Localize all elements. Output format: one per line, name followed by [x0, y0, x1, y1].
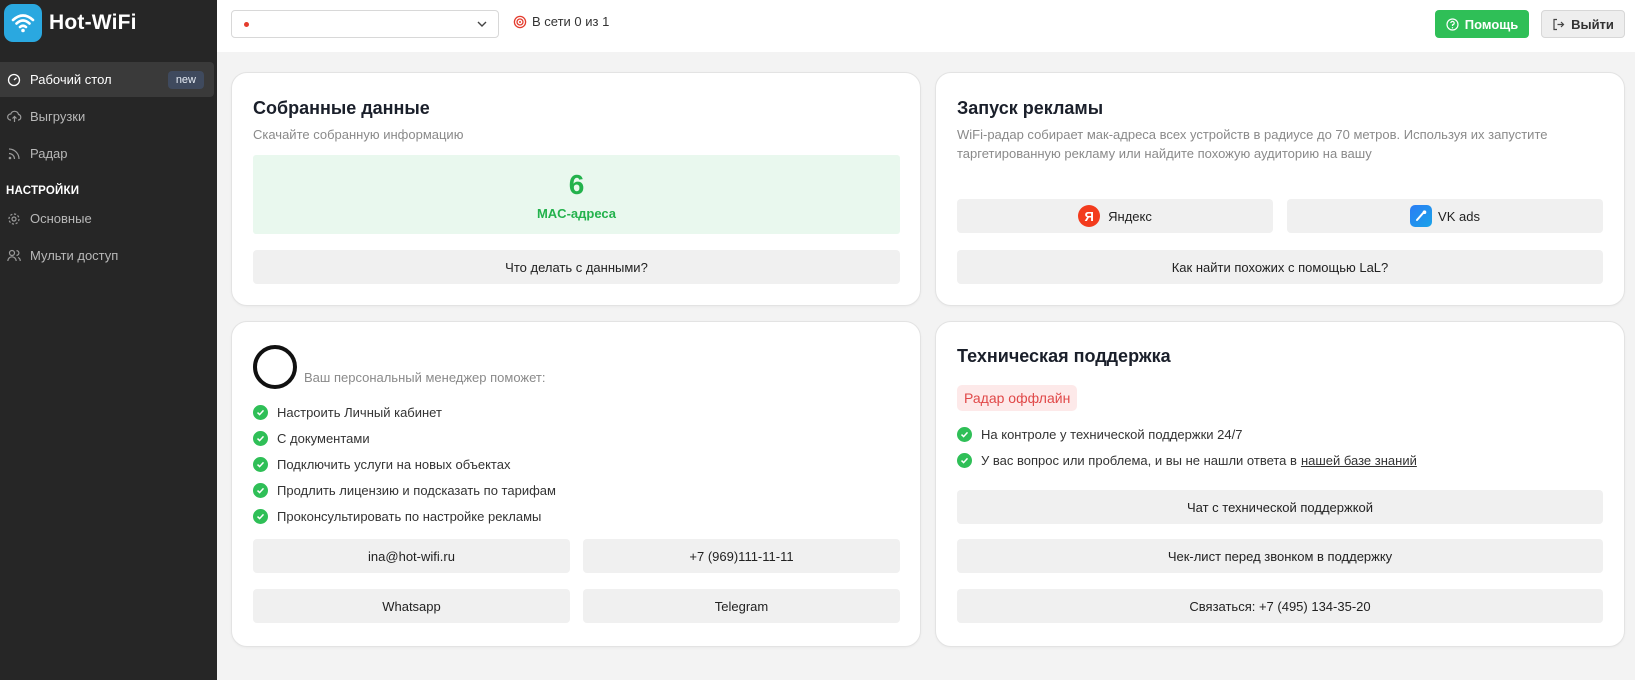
location-select[interactable]: [231, 10, 499, 38]
what-to-do-button[interactable]: Что делать с данными?: [253, 250, 900, 284]
logout-button[interactable]: Выйти: [1541, 10, 1625, 38]
telegram-button[interactable]: Telegram: [583, 589, 900, 623]
help-button[interactable]: Помощь: [1435, 10, 1529, 38]
gear-icon: [6, 211, 22, 227]
top-header: В сети 0 из 1 Помощь Выйти: [217, 0, 1635, 52]
sidebar-item-dashboard[interactable]: Рабочий стол new: [0, 62, 214, 97]
question-circle-icon: [1446, 17, 1459, 31]
list-item-text: Проконсультировать по настройке рекламы: [277, 508, 542, 524]
manager-title: Ваш персональный менеджер поможет:: [304, 370, 546, 385]
ads-launch-card: Запуск рекламы WiFi-радар собирает мак-а…: [935, 72, 1625, 306]
sidebar-item-label: Выгрузки: [30, 109, 86, 124]
yandex-button-label: Яндекс: [1108, 208, 1152, 224]
list-item-text: У вас вопрос или проблема, и вы не нашли…: [981, 452, 1297, 468]
settings-section-title: НАСТРОЙКИ: [6, 185, 80, 197]
rss-icon: [6, 146, 22, 162]
radar-icon: [513, 15, 527, 29]
card-subtitle: WiFi-радар собирает мак-адреса всех устр…: [957, 127, 1548, 161]
mac-count-label: MAC-адреса: [536, 206, 617, 221]
yandex-button[interactable]: Я Яндекс: [957, 199, 1273, 233]
card-title: Запуск рекламы: [957, 98, 1104, 118]
manager-email-button[interactable]: ina@hot-wifi.ru: [253, 539, 570, 573]
list-item: Проконсультировать по настройке рекламы: [253, 503, 556, 529]
online-status: В сети 0 из 1: [513, 14, 609, 29]
mac-count-box[interactable]: 6 MAC-адреса: [253, 155, 900, 234]
check-circle-icon: [253, 482, 268, 498]
sidebar-item-radar[interactable]: Радар: [0, 136, 217, 171]
sidebar: Hot-WiFi Рабочий стол new Выгрузки Радар…: [0, 0, 217, 680]
list-item: С документами: [253, 425, 556, 451]
status-badge: Радар оффлайн: [957, 385, 1078, 411]
list-item-text: С документами: [277, 430, 370, 446]
avatar: [253, 345, 297, 389]
logo[interactable]: Hot-WiFi: [0, 0, 217, 46]
check-circle-icon: [253, 430, 268, 446]
collected-data-card: Собранные данные Скачайте собранную инфо…: [231, 72, 921, 306]
cloud-upload-icon: [6, 109, 22, 125]
list-item: Подключить услуги на новых объектах: [253, 451, 556, 477]
help-button-label: Помощь: [1464, 16, 1519, 32]
logout-icon: [1552, 18, 1565, 31]
list-item-text: Подключить услуги на новых объектах: [277, 456, 511, 472]
manager-services-list: Настроить Личный кабинет С документами П…: [253, 399, 556, 529]
logo-text: Hot-WiFi: [49, 11, 137, 34]
logout-button-label: Выйти: [1571, 16, 1614, 32]
wifi-logo-icon: [4, 4, 42, 42]
sidebar-item-uploads[interactable]: Выгрузки: [0, 99, 217, 134]
vk-ads-button[interactable]: VK ads: [1287, 199, 1603, 233]
mac-count: 6: [568, 169, 585, 200]
whatsapp-button[interactable]: Whatsapp: [253, 589, 570, 623]
list-item: На контроле у технической поддержки 24/7: [957, 421, 1417, 447]
sidebar-item-label: Основные: [30, 211, 92, 226]
list-item-text: Настроить Личный кабинет: [277, 404, 442, 420]
support-features-list: На контроле у технической поддержки 24/7…: [957, 421, 1417, 473]
support-checklist-button[interactable]: Чек-лист перед звонком в поддержку: [957, 539, 1603, 573]
sidebar-item-label: Рабочий стол: [30, 72, 112, 87]
card-title: Собранные данные: [253, 98, 430, 118]
list-item: Продлить лицензию и подсказать по тарифа…: [253, 477, 556, 503]
check-circle-icon: [957, 426, 972, 442]
tech-support-card: Техническая поддержка Радар оффлайн На к…: [935, 321, 1625, 647]
knowledge-base-link[interactable]: нашей базе знаний: [1301, 453, 1417, 468]
vk-ads-logo-icon: [1410, 205, 1433, 227]
online-status-text: В сети 0 из 1: [532, 14, 610, 29]
list-item-text: Продлить лицензию и подсказать по тарифа…: [277, 482, 556, 498]
status-dot: [244, 22, 249, 27]
check-circle-icon: [253, 404, 268, 420]
list-item: Настроить Личный кабинет: [253, 399, 556, 425]
new-badge: new: [167, 70, 204, 89]
support-chat-button[interactable]: Чат с технической поддержкой: [957, 490, 1603, 524]
check-circle-icon: [253, 456, 268, 472]
personal-manager-card: Ваш персональный менеджер поможет: Настр…: [231, 321, 921, 647]
sidebar-item-label: Радар: [30, 146, 68, 161]
chevron-down-icon: [476, 18, 488, 33]
card-subtitle: Скачайте собранную информацию: [253, 127, 464, 142]
sidebar-item-multi-access[interactable]: Мульти доступ: [0, 238, 217, 273]
scrollbar[interactable]: [1630, 52, 1635, 680]
sidebar-item-general[interactable]: Основные: [0, 201, 217, 236]
check-circle-icon: [253, 508, 268, 524]
yandex-logo-icon: Я: [1078, 205, 1101, 227]
check-circle-icon: [957, 452, 972, 468]
sidebar-item-label: Мульти доступ: [30, 248, 119, 263]
manager-phone-button[interactable]: +7 (969)111-11-11: [583, 539, 900, 573]
lal-button[interactable]: Как найти похожих с помощью LaL?: [957, 250, 1603, 284]
list-item: У вас вопрос или проблема, и вы не нашли…: [957, 447, 1417, 473]
dashboard-icon: [6, 72, 22, 88]
users-icon: [6, 248, 22, 264]
vk-ads-button-label: VK ads: [1438, 208, 1480, 224]
list-item-text: На контроле у технической поддержки 24/7: [981, 426, 1243, 442]
card-title: Техническая поддержка: [957, 346, 1171, 366]
support-call-button[interactable]: Связаться: +7 (495) 134-35-20: [957, 589, 1603, 623]
